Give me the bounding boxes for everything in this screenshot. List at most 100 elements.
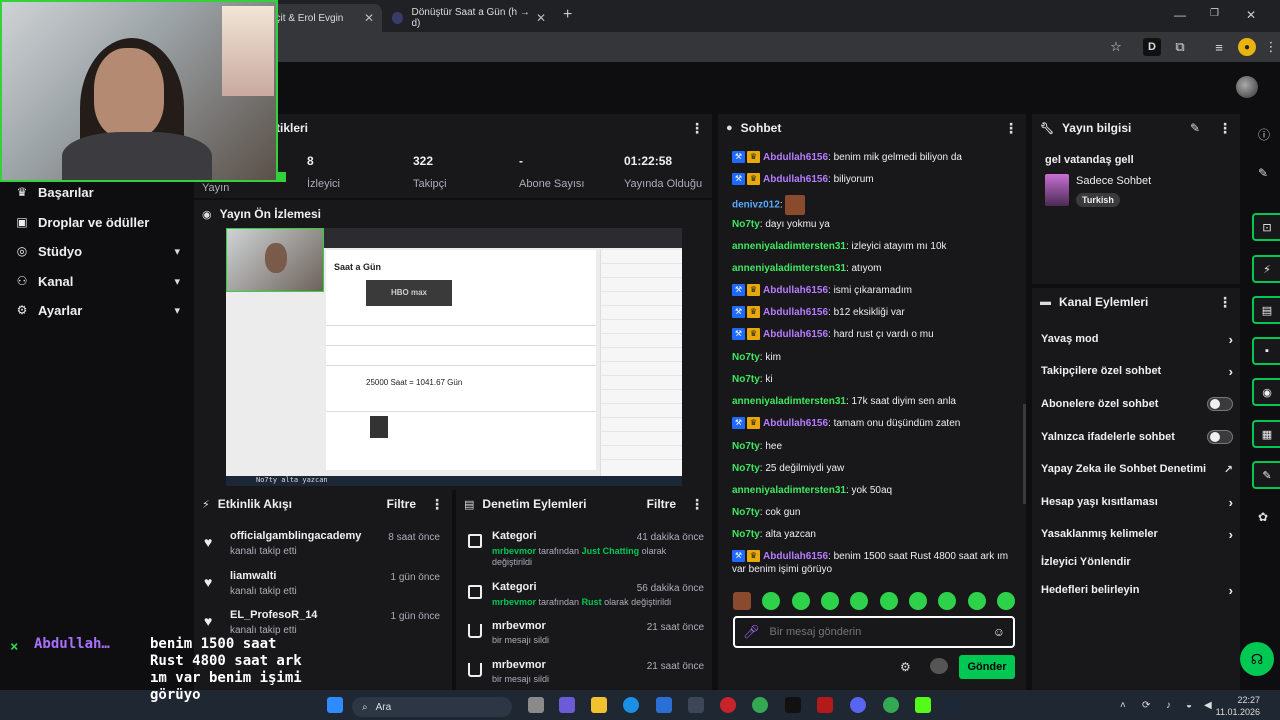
emote-icon[interactable]	[996, 592, 1015, 610]
chat-message[interactable]: anneniyaladimtersten31: 17k saat diyim s…	[732, 395, 1022, 408]
emoji-picker-icon[interactable]: ☺	[993, 625, 1005, 639]
chat-username[interactable]: No7ty	[732, 374, 760, 385]
rail-extra-icon[interactable]: ✿	[1258, 510, 1268, 524]
rail-quick-action-5[interactable]: ◉	[1252, 378, 1280, 406]
sidebar-item-settings[interactable]: ⚙ Ayarlar ▾	[14, 298, 180, 322]
channel-action-row[interactable]: Takipçilere özel sohbet ›	[1041, 360, 1233, 382]
kebab-menu-icon[interactable]: ⋮	[1218, 120, 1232, 137]
chat-message[interactable]: No7ty: alta yazcan	[732, 528, 1022, 541]
chat-username[interactable]: Abdullah6156	[763, 152, 828, 163]
toggle-switch[interactable]	[1207, 397, 1233, 411]
moderator-badge-icon[interactable]: ⚒	[732, 550, 745, 563]
filter-button[interactable]: Filtre	[647, 497, 676, 511]
rail-quick-action-7[interactable]: ✎	[1252, 461, 1280, 489]
kebab-menu-icon[interactable]: ⋮	[1004, 120, 1018, 137]
info-circle-icon[interactable]: ⓘ	[1258, 126, 1270, 143]
sidebar-item-studio[interactable]: ◎ Stüdyo ▾	[14, 239, 180, 263]
profile-extension-icon[interactable]: ●	[1238, 38, 1256, 56]
browser-tab-music[interactable]: eçit & Erol Evgin ✕	[262, 4, 382, 32]
chat-message[interactable]: anneniyaladimtersten31: atıyom	[732, 262, 1022, 275]
emote-icon[interactable]	[850, 592, 869, 610]
activity-item[interactable]: ♥ liamwalti kanalı takip etti 1 gün önce	[204, 570, 440, 606]
close-window-icon[interactable]: ✕	[1246, 8, 1256, 22]
mod-action-item[interactable]: Kategori 41 dakika önce mrbevmor tarafın…	[466, 530, 704, 576]
emote-icon[interactable]	[733, 592, 751, 610]
moderator-badge-icon[interactable]: ⚒	[732, 151, 745, 164]
kebab-menu-icon[interactable]: ⋮	[690, 496, 704, 513]
rail-quick-action-4[interactable]: ▪	[1252, 337, 1280, 365]
emote-icon[interactable]	[791, 592, 810, 610]
kebab-menu-icon[interactable]: ⋮	[430, 496, 444, 513]
sidebar-item-achievements[interactable]: ♛ Başarılar	[14, 180, 180, 204]
edit-pencil-icon[interactable]: ✎	[1190, 121, 1200, 135]
moderator-badge-icon[interactable]: ⚒	[732, 306, 745, 319]
rail-quick-action-6[interactable]: ▦	[1252, 420, 1280, 448]
app-red-icon[interactable]	[817, 697, 833, 713]
new-tab-button[interactable]: +	[563, 6, 572, 24]
edge-icon[interactable]	[623, 697, 639, 713]
chat-username[interactable]: anneniyaladimtersten31	[732, 263, 846, 274]
kebab-menu-icon[interactable]: ⋮	[690, 120, 704, 137]
rail-quick-action-2[interactable]: ⚡	[1252, 255, 1280, 283]
moderator-badge-icon[interactable]: ⚒	[732, 173, 745, 186]
chat-message[interactable]: ⚒ ♛ Abdullah6156: b12 eksikliği var	[732, 306, 1022, 319]
mod-action-item[interactable]: mrbevmor 21 saat önce bir mesajı sildi	[466, 659, 704, 690]
kebab-menu-icon[interactable]: ⋮	[1218, 294, 1232, 311]
filter-button[interactable]: Filtre	[387, 497, 416, 511]
chat-username[interactable]: Abdullah6156	[763, 285, 828, 296]
chat-username[interactable]: No7ty	[732, 529, 760, 540]
opera-icon[interactable]	[720, 697, 736, 713]
emote-icon[interactable]	[762, 592, 781, 610]
chat-username[interactable]: anneniyaladimtersten31	[732, 396, 846, 407]
chat-message[interactable]: No7ty: 25 değilmiydi yaw	[732, 462, 1022, 475]
emote-icon[interactable]	[908, 592, 927, 610]
chat-username[interactable]: No7ty	[732, 219, 760, 230]
badge-settings-icon[interactable]	[930, 658, 948, 674]
chrome-icon[interactable]	[752, 697, 768, 713]
language-tag[interactable]: Turkish	[1076, 193, 1120, 207]
chat-username[interactable]: anneniyaladimtersten31	[732, 485, 846, 496]
activity-item[interactable]: ♥ officialgamblingacademy kanalı takip e…	[204, 530, 440, 566]
channel-action-row[interactable]: Hesap yaşı kısıtlaması ›	[1041, 491, 1233, 513]
moderator-badge-icon[interactable]: ⚒	[732, 417, 745, 430]
bookmark-star-icon[interactable]: ☆	[1107, 38, 1125, 56]
chat-message[interactable]: ⚒ ♛ Abdullah6156: tamam onu düşündüm zaten	[732, 417, 1022, 430]
channel-action-row[interactable]: Hedefleri belirleyin ›	[1041, 579, 1233, 601]
crown-badge-icon[interactable]: ♛	[747, 306, 760, 319]
crown-badge-icon[interactable]: ♛	[747, 550, 760, 563]
kick-icon[interactable]	[915, 697, 931, 713]
chat-username[interactable]: Abdullah6156	[763, 551, 828, 562]
chat-message[interactable]: No7ty: cok gun	[732, 506, 1022, 519]
chat-message[interactable]: No7ty: hee	[732, 440, 1022, 453]
tray-chevron-icon[interactable]: ˄	[1120, 700, 1126, 711]
channel-action-row[interactable]: Yavaş mod ›	[1041, 328, 1233, 350]
file-explorer-icon[interactable]	[591, 697, 607, 713]
chat-message[interactable]: ⚒ ♛ Abdullah6156: benim mik gelmedi biliyo…	[732, 151, 1022, 164]
chat-message[interactable]: anneniyaladimtersten31: yok 50aq	[732, 484, 1022, 497]
close-tab-icon[interactable]: ✕	[536, 11, 546, 25]
discord-icon[interactable]	[850, 697, 866, 713]
chat-username[interactable]: No7ty	[732, 463, 760, 474]
channel-action-row[interactable]: Abonelere özel sohbet	[1041, 393, 1233, 415]
crown-badge-icon[interactable]: ♛	[747, 173, 760, 186]
channel-action-row[interactable]: Yasaklanmış kelimeler ›	[1041, 523, 1233, 545]
chat-input-box[interactable]: 🎤︎ ☺	[733, 616, 1015, 648]
chat-username[interactable]: denivz012	[732, 200, 780, 211]
chat-message[interactable]: ⚒ ♛ Abdullah6156: ismi çıkaramadım	[732, 284, 1022, 297]
browser-menu-icon[interactable]: ⋮	[1262, 38, 1280, 56]
crown-badge-icon[interactable]: ♛	[747, 151, 760, 164]
close-tab-icon[interactable]: ✕	[364, 11, 374, 25]
task-view-icon[interactable]	[528, 697, 544, 713]
channel-action-row[interactable]: Yalnızca ifadelerle sohbet	[1041, 426, 1233, 448]
tiktok-icon[interactable]	[785, 697, 801, 713]
stream-preview-video[interactable]: Saat a Gün HBO max 25000 Saat = 1041.67 …	[226, 228, 682, 486]
chat-username[interactable]: No7ty	[732, 441, 760, 452]
channel-action-row[interactable]: İzleyici Yönlendir	[1041, 551, 1233, 573]
chat-message[interactable]: denivz012:	[732, 195, 1022, 215]
chat-message-input[interactable]	[769, 626, 970, 638]
chat-username[interactable]: No7ty	[732, 507, 760, 518]
moderator-badge-icon[interactable]: ⚒	[732, 284, 745, 297]
crown-badge-icon[interactable]: ♛	[747, 284, 760, 297]
chat-username[interactable]: Abdullah6156	[763, 329, 828, 340]
tray-sync-icon[interactable]: ⟳	[1142, 700, 1150, 711]
